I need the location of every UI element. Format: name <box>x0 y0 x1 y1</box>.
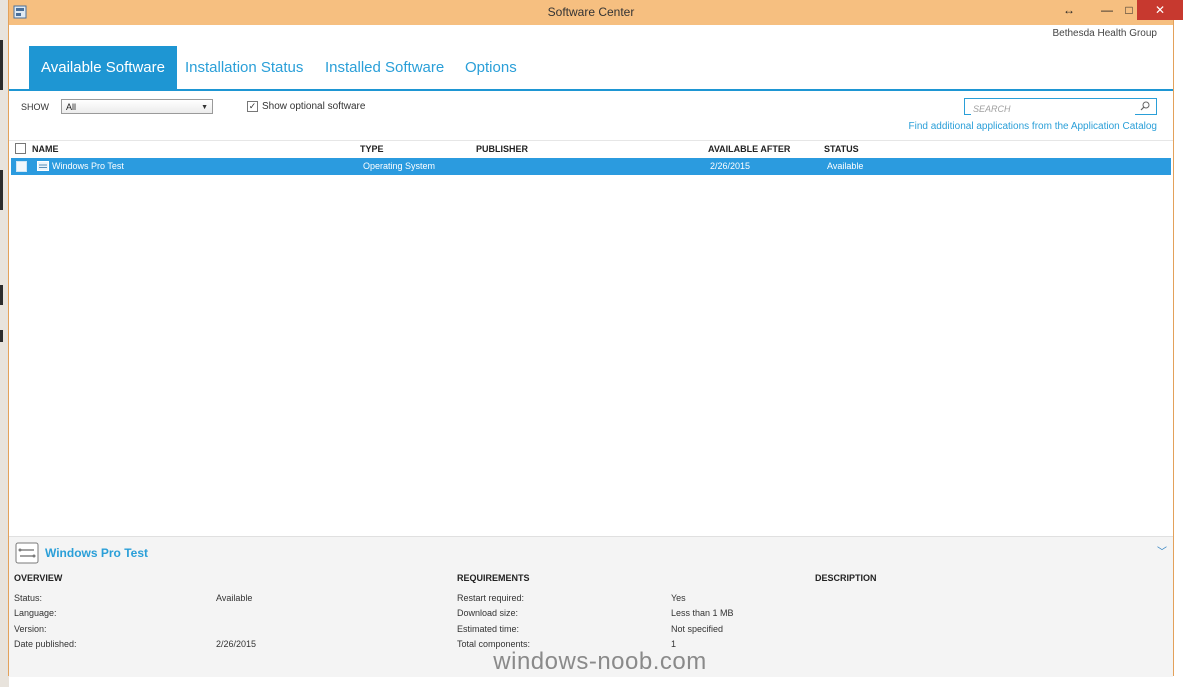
estimated-time-value: Not specified <box>671 624 724 634</box>
tab-installation-status[interactable]: Installation Status <box>173 46 315 90</box>
tab-installed-software[interactable]: Installed Software <box>313 46 456 90</box>
search-box[interactable] <box>964 98 1157 117</box>
dropdown-arrow-icon: ▼ <box>201 104 208 111</box>
requirements-heading: REQUIREMENTS <box>457 573 530 583</box>
restart-required-label: Restart required: <box>457 593 525 603</box>
table-row[interactable]: Windows Pro Test Operating System 2/26/2… <box>11 158 1171 175</box>
select-all-checkbox[interactable] <box>15 143 26 154</box>
column-name[interactable]: NAME <box>32 144 59 154</box>
column-publisher[interactable]: PUBLISHER <box>476 144 528 154</box>
close-button[interactable]: ✕ <box>1137 0 1183 20</box>
overview-heading: OVERVIEW <box>14 573 63 583</box>
download-size-value: Less than 1 MB <box>671 608 734 618</box>
row-available-after: 2/26/2015 <box>710 161 751 171</box>
software-package-icon <box>37 161 49 171</box>
status-value: Available <box>216 593 253 603</box>
version-label: Version: <box>14 624 47 634</box>
column-type[interactable]: TYPE <box>360 144 384 154</box>
resize-button[interactable]: ↔ <box>1055 0 1083 20</box>
tab-underline <box>9 89 1173 91</box>
collapse-chevron-icon[interactable]: ﹀ <box>1157 543 1167 558</box>
tab-available-software[interactable]: Available Software <box>29 46 177 90</box>
language-label: Language: <box>14 608 57 618</box>
description-heading: DESCRIPTION <box>815 573 877 583</box>
tab-options[interactable]: Options <box>453 46 529 90</box>
column-header-row: NAME TYPE PUBLISHER AVAILABLE AFTER STAT… <box>9 140 1173 157</box>
application-catalog-link[interactable]: Find additional applications from the Ap… <box>909 121 1158 132</box>
show-filter-value: All <box>66 102 77 112</box>
column-available-after[interactable]: AVAILABLE AFTER <box>708 144 790 154</box>
show-optional-label: Show optional software <box>262 101 366 112</box>
window-title: Software Center <box>547 5 635 19</box>
row-type: Operating System <box>363 161 436 171</box>
details-title: Windows Pro Test <box>45 546 149 560</box>
search-icon[interactable] <box>1140 101 1150 111</box>
organization-name: Bethesda Health Group <box>1052 28 1157 39</box>
row-checkbox[interactable] <box>16 161 27 172</box>
row-status: Available <box>827 161 864 171</box>
title-bar: Software Center ↔ — □ ✕ <box>9 0 1183 25</box>
search-input[interactable] <box>971 101 1135 117</box>
estimated-time-label: Estimated time: <box>457 624 520 634</box>
column-status[interactable]: STATUS <box>824 144 859 154</box>
software-package-icon <box>15 542 39 564</box>
show-label: SHOW <box>21 102 49 112</box>
software-center-window: Software Center ↔ — □ ✕ Bethesda Health … <box>8 0 1183 677</box>
watermark-text: windows-noob.com <box>493 648 707 675</box>
download-size-label: Download size: <box>457 608 519 618</box>
status-label: Status: <box>14 593 43 603</box>
show-optional-checkbox[interactable]: ✓ <box>247 101 258 112</box>
show-filter-dropdown[interactable]: All ▼ <box>61 99 213 114</box>
restart-required-value: Yes <box>671 593 686 603</box>
row-name: Windows Pro Test <box>52 161 124 171</box>
